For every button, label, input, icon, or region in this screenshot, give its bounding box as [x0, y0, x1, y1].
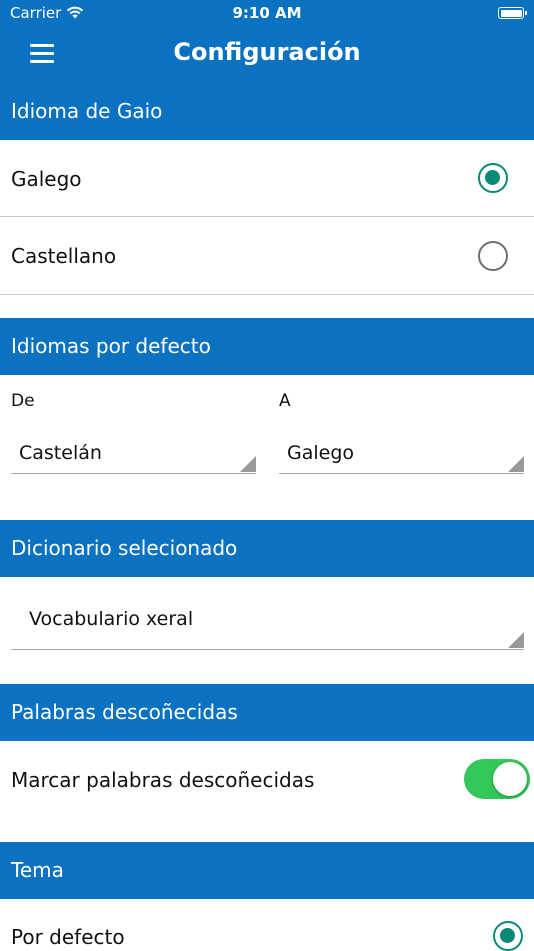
from-language-label: De: [11, 391, 35, 411]
section-header-theme: Tema: [0, 842, 534, 899]
unknown-words-toggle[interactable]: [464, 759, 530, 799]
dropdown-arrow-icon: [508, 456, 524, 472]
top-bar: Carrier 9:10 AM Configuración: [0, 0, 534, 83]
dictionary-select[interactable]: Vocabulario xeral: [11, 600, 524, 650]
section-header-unknown-words: Palabras descoñecidas: [0, 684, 534, 741]
page-title: Configuración: [173, 38, 361, 66]
section-header-gaio-language: Idioma de Gaio: [0, 83, 534, 140]
radio-theme-default[interactable]: [493, 921, 523, 951]
section-header-default-languages: Idiomas por defecto: [0, 318, 534, 375]
from-language-value: Castelán: [19, 442, 102, 464]
dropdown-arrow-icon: [240, 456, 256, 472]
radio-row-theme-default[interactable]: Por defecto: [0, 899, 534, 951]
to-language-label: A: [279, 391, 291, 411]
toggle-knob: [493, 762, 527, 796]
radio-row-galego[interactable]: Galego: [0, 140, 534, 216]
radio-label-theme-default: Por defecto: [11, 925, 125, 949]
to-language-select[interactable]: Galego: [279, 434, 524, 474]
to-language-value: Galego: [287, 442, 355, 464]
status-time: 9:10 AM: [232, 4, 302, 22]
dropdown-arrow-icon: [508, 632, 524, 648]
toggle-label-unknown-words: Marcar palabras descoñecidas: [11, 768, 315, 792]
radio-galego[interactable]: [478, 163, 508, 193]
from-language-select[interactable]: Castelán: [11, 434, 256, 474]
radio-label-galego: Galego: [11, 167, 82, 191]
divider: [0, 294, 534, 295]
battery-icon: [498, 7, 527, 19]
dictionary-value: Vocabulario xeral: [29, 608, 194, 630]
toggle-row-unknown-words: Marcar palabras descoñecidas: [0, 741, 534, 819]
radio-row-castellano[interactable]: Castellano: [0, 217, 534, 294]
section-header-dictionary: Dicionario selecionado: [0, 520, 534, 577]
radio-castellano[interactable]: [478, 241, 508, 271]
radio-label-castellano: Castellano: [11, 244, 117, 268]
